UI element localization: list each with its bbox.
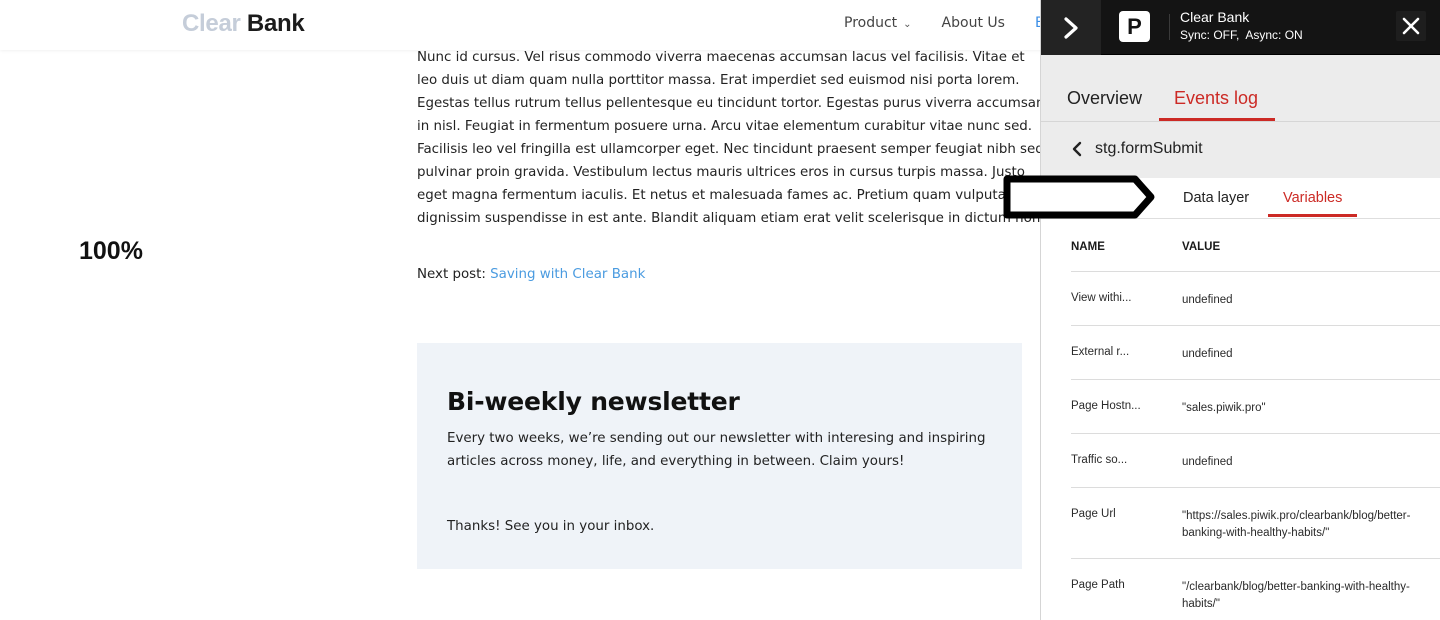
newsletter-box: Bi-weekly newsletter Every two weeks, we… (417, 343, 1022, 569)
variable-name: Traffic so... (1071, 454, 1128, 466)
nav-item-label: About Us (941, 15, 1005, 31)
main-nav: Product ⌄ About Us B (844, 15, 1045, 31)
variable-name: Page Hostn... (1071, 400, 1141, 412)
tab-overview[interactable]: Overview (1067, 88, 1142, 119)
chevron-left-icon (1072, 141, 1082, 157)
variable-value: "https://sales.piwik.pro/clearbank/blog/… (1182, 510, 1411, 539)
debug-site-name: Clear Bank (1180, 9, 1250, 25)
variables-table: NAME VALUE View withi... undefined Exter… (1071, 219, 1440, 620)
close-icon (1402, 17, 1420, 35)
site-logo[interactable]: Clear Bank (182, 10, 305, 38)
table-header: NAME VALUE (1071, 219, 1440, 272)
newsletter-title: Bi-weekly newsletter (447, 387, 740, 416)
next-post-label: Next post: (417, 267, 486, 282)
event-details: Data layer Variables NAME VALUE View wit… (1041, 178, 1440, 620)
nav-item-label: Product (844, 15, 898, 31)
next-post: Next post: Saving with Clear Bank (417, 267, 645, 282)
chevron-right-icon (1064, 16, 1078, 39)
variable-value: undefined (1182, 294, 1233, 306)
variable-name: View withi... (1071, 292, 1132, 304)
logo-part-clear: Clear (182, 10, 241, 37)
logo-part-bank: Bank (246, 10, 305, 37)
piwik-logo: P (1119, 11, 1150, 42)
variable-name: Page Url (1071, 508, 1116, 520)
divider (1169, 14, 1170, 40)
variable-value: undefined (1182, 456, 1233, 468)
article-body: Nunc id cursus. Vel risus commodo viverr… (417, 46, 1045, 230)
newsletter-description: Every two weeks, we’re sending out our n… (447, 431, 986, 469)
article-line: leo duis ut diam quam nulla porttitor ma… (417, 73, 1020, 88)
article-line: Facilisis leo vel fringilla est ullamcor… (417, 142, 1044, 157)
close-panel-button[interactable] (1396, 11, 1426, 41)
table-row[interactable]: View withi... undefined (1071, 272, 1440, 326)
collapse-panel-button[interactable] (1041, 0, 1101, 55)
event-back-header[interactable]: stg.formSubmit (1071, 140, 1203, 158)
debugger-topbar: P Clear Bank Sync: OFF, Async: ON (1041, 0, 1440, 55)
tab-data-layer[interactable]: Data layer (1183, 190, 1249, 206)
annotation-arrow-icon (1003, 175, 1155, 219)
table-row[interactable]: Traffic so... undefined (1071, 434, 1440, 488)
tab-variables[interactable]: Variables (1268, 190, 1358, 217)
zoom-level-label: 100% (79, 237, 143, 265)
article-line: pulvinar proin gravida. Vestibulum lectu… (417, 165, 1025, 180)
variable-name: Page Path (1071, 579, 1125, 591)
variable-value: undefined (1182, 348, 1233, 360)
table-row[interactable]: Page Path "/clearbank/blog/better-bankin… (1071, 559, 1440, 620)
article-line: Egestas tellus rutrum tellus pellentesqu… (417, 96, 1045, 111)
variable-value: "sales.piwik.pro" (1182, 402, 1266, 414)
article-line: eget magna fermentum iaculis. Et netus e… (417, 188, 1020, 203)
article-line: in nisl. Feugiat in fermentum posuere ur… (417, 119, 1033, 134)
variable-name: External r... (1071, 346, 1130, 358)
logo-letter: P (1127, 13, 1142, 39)
table-row[interactable]: Page Hostn... "sales.piwik.pro" (1071, 380, 1440, 434)
column-header-name: NAME (1071, 241, 1105, 253)
article-line: dignissim suspendisse in est ante. Bland… (417, 211, 1045, 226)
column-header-value: VALUE (1182, 241, 1221, 253)
table-row[interactable]: Page Url "https://sales.piwik.pro/clearb… (1071, 488, 1440, 559)
debugger-panel: P Clear Bank Sync: OFF, Async: ON Overvi… (1040, 0, 1440, 620)
chevron-down-icon: ⌄ (903, 18, 912, 30)
tab-events-log[interactable]: Events log (1159, 88, 1276, 121)
newsletter-thanks-message: Thanks! See you in your inbox. (447, 519, 655, 534)
nav-item-product[interactable]: Product ⌄ (844, 15, 912, 31)
next-post-link[interactable]: Saving with Clear Bank (490, 267, 645, 282)
variable-value: "/clearbank/blog/better-banking-with-hea… (1182, 581, 1410, 610)
table-row[interactable]: External r... undefined (1071, 326, 1440, 380)
nav-item-about-us[interactable]: About Us (942, 15, 1005, 31)
debugger-tabs: Overview Events log (1041, 82, 1440, 122)
event-name: stg.formSubmit (1095, 140, 1203, 157)
sync-status: Sync: OFF, Async: ON (1180, 28, 1303, 42)
